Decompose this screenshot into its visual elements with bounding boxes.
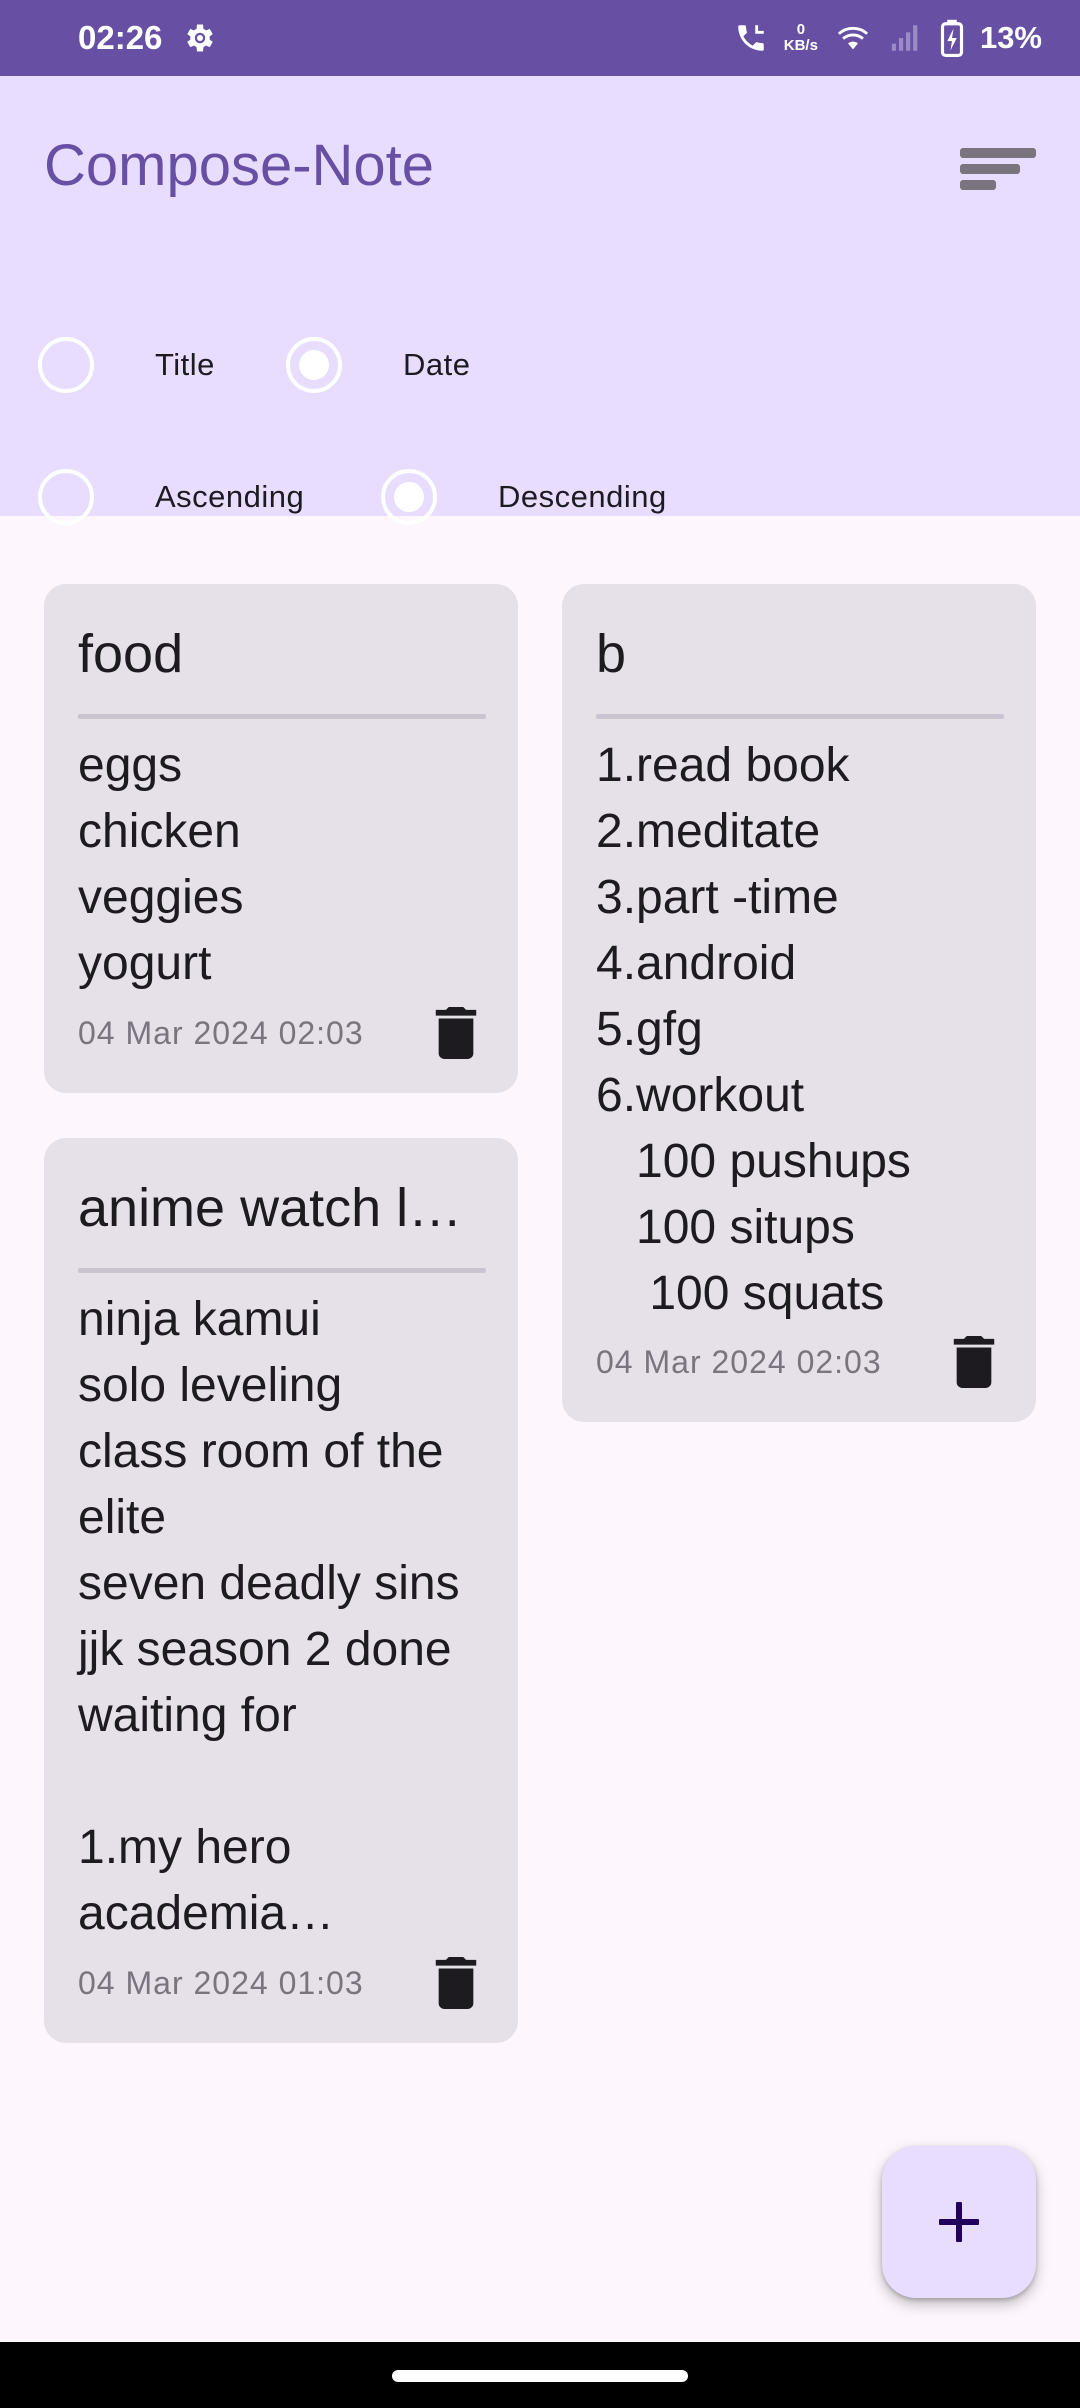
radio-title[interactable] (38, 337, 94, 393)
order-options: Ascending Descending (0, 452, 1080, 542)
status-time: 02:26 (78, 19, 163, 56)
delete-note-button[interactable] (426, 1953, 486, 2013)
plus-icon (939, 2202, 979, 2242)
note-divider (78, 714, 486, 719)
battery-percentage: 13% (979, 20, 1042, 55)
radio-date-label: Date (403, 347, 471, 382)
app-title: Compose-Note (44, 133, 435, 198)
note-title: b (596, 624, 627, 684)
note-title: food (78, 624, 184, 684)
status-bar: 02:26 0 KB/s 13% (0, 0, 1080, 76)
trash-icon (435, 1957, 477, 2009)
sort-menu-button[interactable] (956, 134, 1040, 206)
trash-icon (953, 1336, 995, 1388)
radio-title-label: Title (155, 347, 215, 382)
sort-by-options: Title Date (0, 320, 1080, 410)
note-footer: 04 Mar 2024 02:03 (596, 1332, 1004, 1392)
battery-charging-icon (940, 19, 964, 57)
net-speed: 0 KB/s (784, 22, 818, 54)
note-footer: 04 Mar 2024 02:03 (78, 1003, 486, 1063)
add-note-button[interactable] (882, 2146, 1036, 2298)
net-speed-value: 0 (796, 21, 806, 38)
sort-icon (960, 148, 1036, 190)
net-speed-unit: KB/s (783, 37, 818, 54)
cell-signal-icon (891, 25, 918, 51)
note-footer: 04 Mar 2024 01:03 (78, 1953, 486, 2013)
call-icon (738, 25, 764, 51)
note-date: 04 Mar 2024 02:03 (78, 1014, 364, 1051)
radio-date[interactable] (286, 337, 342, 393)
settings-gear-icon (187, 24, 214, 52)
radio-descending[interactable] (381, 469, 437, 525)
note-content: eggs chicken veggies yogurt (78, 739, 244, 990)
home-gesture-handle[interactable] (392, 2370, 688, 2382)
trash-icon (435, 1007, 477, 1059)
radio-ascending-label: Ascending (155, 479, 305, 514)
note-divider (78, 1268, 486, 1273)
app-header: Compose-Note Title Date Ascending Descen… (0, 76, 1080, 525)
note-card[interactable]: anime watch l… ninja kamui solo leveling… (44, 1138, 518, 2043)
note-content: 1.read book 2.meditate 3.part -time 4.an… (596, 739, 911, 1320)
wifi-icon (837, 26, 869, 50)
delete-note-button[interactable] (944, 1332, 1004, 1392)
radio-descending-label: Descending (498, 479, 667, 514)
note-card[interactable]: food eggs chicken veggies yogurt 04 Mar … (44, 584, 518, 1093)
note-date: 04 Mar 2024 02:03 (596, 1343, 882, 1380)
note-title: anime watch l… (78, 1178, 463, 1238)
delete-note-button[interactable] (426, 1003, 486, 1063)
radio-ascending[interactable] (38, 469, 94, 525)
note-date: 04 Mar 2024 01:03 (78, 1964, 364, 2001)
note-card[interactable]: b 1.read book 2.meditate 3.part -time 4.… (562, 584, 1036, 1422)
note-content: ninja kamui solo leveling class room of … (78, 1293, 460, 1940)
note-divider (596, 714, 1004, 719)
